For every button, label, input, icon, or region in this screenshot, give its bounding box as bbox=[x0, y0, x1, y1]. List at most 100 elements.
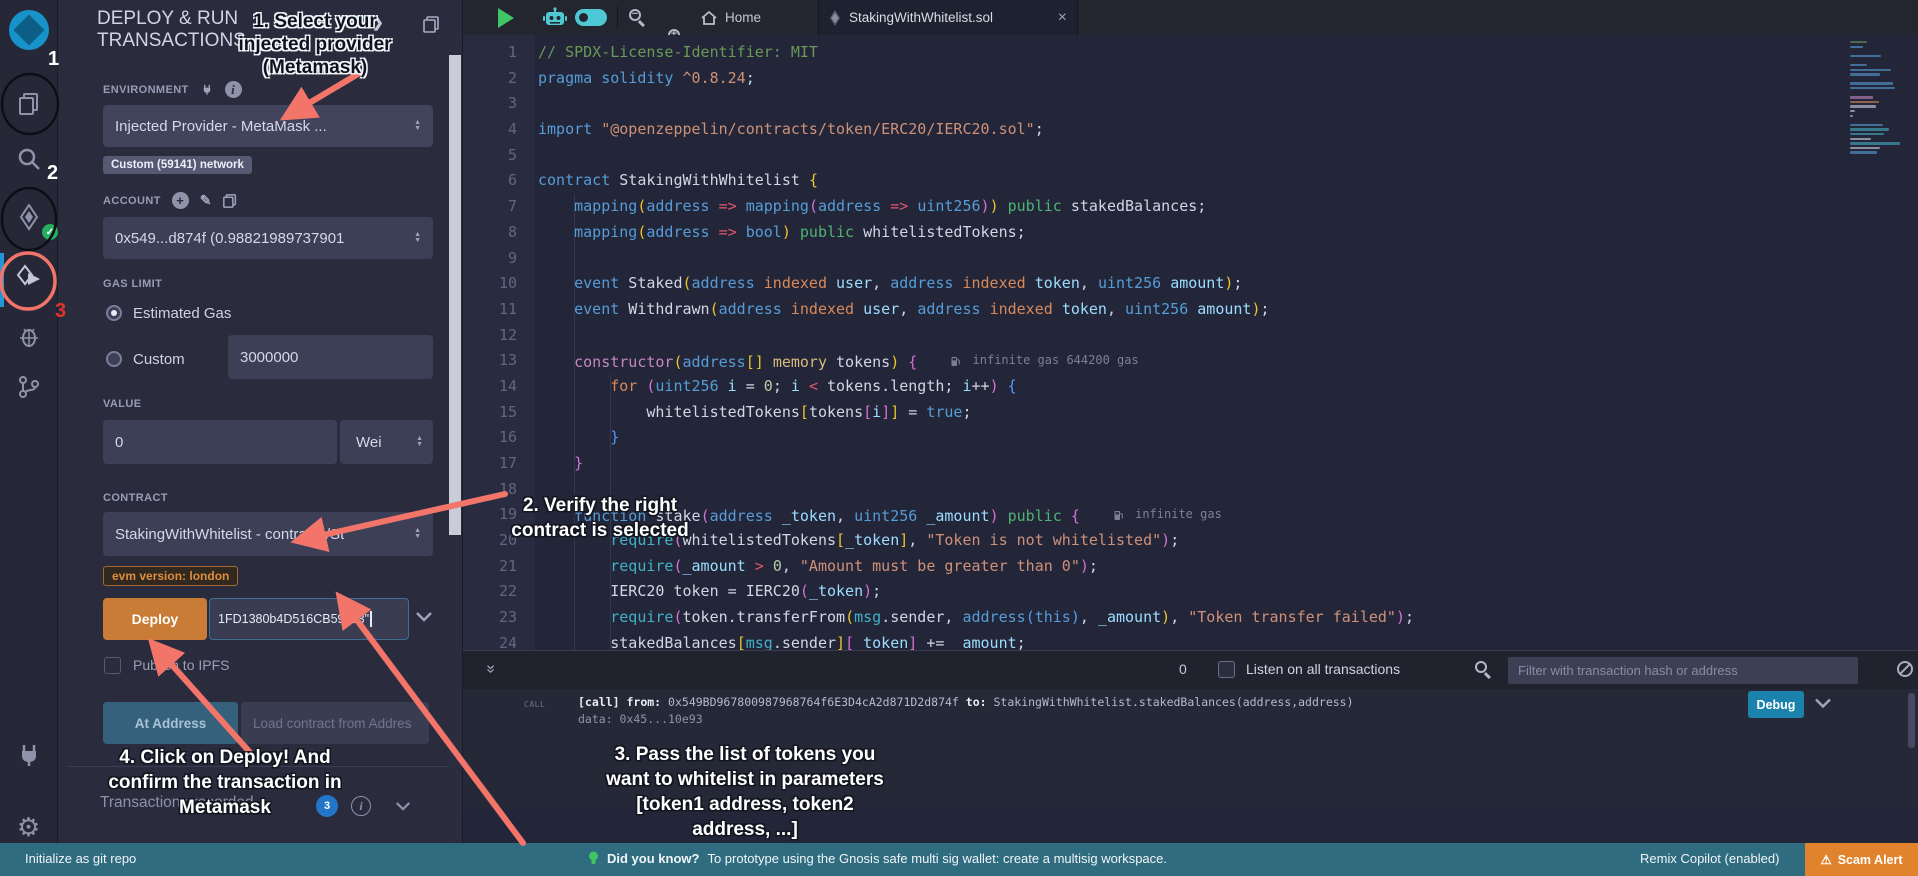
scam-alert-button[interactable]: ⚠ Scam Alert bbox=[1805, 843, 1918, 876]
minimap-line bbox=[1850, 41, 1867, 43]
run-script-icon[interactable] bbox=[498, 8, 514, 28]
deploy-run-icon[interactable] bbox=[0, 264, 57, 294]
line-number: 19 bbox=[462, 502, 517, 528]
code-line: 12 bbox=[462, 323, 1918, 349]
code-editor[interactable]: 1// SPDX-License-Identifier: MIT2pragma … bbox=[462, 35, 1918, 650]
value-unit: Wei bbox=[356, 434, 382, 451]
minimap-line bbox=[1850, 110, 1855, 112]
network-badge: Custom (59141) network bbox=[103, 156, 252, 174]
environment-value: Injected Provider - MetaMask ... bbox=[115, 118, 327, 135]
copilot-status[interactable]: Remix Copilot (enabled) bbox=[1640, 851, 1779, 866]
transactions-count-badge: 3 bbox=[316, 795, 338, 817]
line-number: 1 bbox=[462, 40, 517, 66]
remix-ide-window: ✓ ⚙ DEPLOY & RUN TRANSACTIONS ✓ ❯ ENVIRO… bbox=[0, 0, 1918, 876]
minimap-line bbox=[1850, 96, 1873, 98]
collapse-terminal-icon[interactable]: » bbox=[486, 660, 495, 678]
contract-select[interactable]: StakingWithWhitelist - contracts/St ▲▼ bbox=[103, 512, 433, 556]
ai-assistant-icon[interactable] bbox=[542, 7, 568, 34]
deploy-button[interactable]: Deploy bbox=[103, 598, 207, 640]
edit-account-icon[interactable]: ✎ bbox=[200, 192, 212, 209]
line-number: 12 bbox=[462, 323, 517, 349]
custom-gas-input[interactable] bbox=[228, 335, 433, 379]
scam-alert-label: Scam Alert bbox=[1838, 853, 1903, 867]
value-input[interactable] bbox=[103, 420, 337, 464]
custom-gas-radio[interactable] bbox=[106, 351, 122, 367]
warning-icon: ⚠ bbox=[1820, 852, 1831, 867]
book-icon[interactable] bbox=[423, 16, 440, 38]
panel-scrollbar-thumb[interactable] bbox=[449, 55, 461, 535]
expand-args-chevron-icon[interactable] bbox=[415, 611, 433, 623]
code-line: 14 for (uint256 i = 0; i < tokens.length… bbox=[462, 374, 1918, 400]
line-number: 22 bbox=[462, 579, 517, 605]
minimap-line bbox=[1850, 101, 1879, 103]
settings-gear-icon[interactable]: ⚙ bbox=[0, 812, 57, 843]
plugin-manager-icon[interactable] bbox=[0, 742, 57, 768]
code-line: 4import "@openzeppelin/contracts/token/E… bbox=[462, 117, 1918, 143]
remix-logo-icon bbox=[0, 10, 57, 50]
transaction-count: 0 bbox=[1179, 661, 1187, 677]
code-line: 22 IERC20 token = IERC20(_token); bbox=[462, 579, 1918, 605]
account-select[interactable]: 0x549...d874f (0.98821989737901 ▲▼ bbox=[103, 217, 433, 259]
at-address-button[interactable]: At Address bbox=[103, 702, 238, 744]
minimap-line bbox=[1850, 69, 1891, 71]
check-icon: ✓ bbox=[353, 12, 367, 32]
value-label: VALUE bbox=[103, 398, 141, 410]
did-you-know-tip: Did you know? To prototype using the Gno… bbox=[588, 851, 1167, 866]
log-chevron-icon[interactable] bbox=[1814, 697, 1832, 710]
select-arrows-icon: ▲▼ bbox=[414, 232, 421, 244]
code-line: 1// SPDX-License-Identifier: MIT bbox=[462, 40, 1918, 66]
line-number: 15 bbox=[462, 400, 517, 426]
close-tab-icon[interactable]: × bbox=[1058, 9, 1067, 27]
publish-ipfs-checkbox[interactable] bbox=[104, 657, 121, 674]
estimated-gas-radio[interactable] bbox=[106, 305, 122, 321]
debug-button[interactable]: Debug bbox=[1748, 691, 1804, 718]
listen-all-checkbox[interactable] bbox=[1218, 661, 1235, 678]
transactions-info-icon[interactable]: i bbox=[351, 796, 371, 816]
zoom-out-icon[interactable]: − bbox=[628, 8, 648, 28]
line-number: 24 bbox=[462, 631, 517, 650]
at-address-input[interactable] bbox=[241, 702, 429, 744]
constructor-args-input[interactable]: 1FD1380b4D516CB59c93" bbox=[209, 598, 409, 640]
minimap-line bbox=[1850, 82, 1893, 84]
ai-toggle-icon[interactable] bbox=[575, 9, 607, 26]
git-icon[interactable] bbox=[0, 374, 57, 400]
terminal-scrollbar-thumb[interactable] bbox=[1908, 693, 1915, 748]
debugger-icon[interactable] bbox=[0, 324, 57, 350]
environment-info-icon[interactable]: i bbox=[225, 81, 242, 98]
code-line: 15 whitelistedTokens[tokens[i]] = true; bbox=[462, 400, 1918, 426]
terminal-log-line[interactable]: [call] from: 0x549BD967800987968764f6E3D… bbox=[578, 695, 1354, 709]
main-area: − + Home StakingWithWhitelist.sol × 1// … bbox=[462, 0, 1918, 843]
clear-console-icon[interactable] bbox=[1896, 660, 1914, 678]
minimap-line bbox=[1850, 73, 1880, 75]
account-value: 0x549...d874f (0.98821989737901 bbox=[115, 230, 344, 247]
copy-account-icon[interactable] bbox=[223, 194, 237, 208]
plug-icon[interactable] bbox=[201, 83, 213, 96]
minimap-line bbox=[1850, 105, 1876, 107]
value-unit-select[interactable]: Wei ▲▼ bbox=[340, 420, 433, 464]
file-explorer-icon[interactable] bbox=[0, 90, 57, 118]
code-line: 17 } bbox=[462, 451, 1918, 477]
publish-ipfs-label: Publish to IPFS bbox=[133, 657, 230, 673]
panel-scrollbar[interactable] bbox=[449, 38, 461, 843]
home-icon bbox=[700, 10, 718, 26]
add-account-icon[interactable]: + bbox=[172, 192, 189, 209]
search-icon[interactable] bbox=[0, 146, 57, 172]
code-line: 24 stakedBalances[msg.sender][_token] +=… bbox=[462, 631, 1918, 650]
line-number: 3 bbox=[462, 91, 517, 117]
transactions-chevron-icon[interactable] bbox=[395, 801, 411, 812]
terminal-filter-input[interactable] bbox=[1508, 657, 1858, 684]
git-init-button[interactable]: Initialize as git repo bbox=[25, 851, 136, 866]
line-number: 18 bbox=[462, 477, 517, 503]
tab-home[interactable]: Home bbox=[700, 0, 761, 35]
line-number: 9 bbox=[462, 246, 517, 272]
minimap[interactable] bbox=[1850, 39, 1904, 169]
terminal-search-icon[interactable] bbox=[1474, 660, 1494, 680]
code-line: 21 require(_amount > 0, "Amount must be … bbox=[462, 554, 1918, 580]
code-line: 18 bbox=[462, 477, 1918, 503]
code-line: 13 constructor(address[] memory tokens) … bbox=[462, 348, 1918, 374]
minimap-line bbox=[1850, 115, 1853, 117]
environment-select[interactable]: Injected Provider - MetaMask ... ▲▼ bbox=[103, 105, 433, 147]
minimap-line bbox=[1850, 87, 1895, 89]
minimap-line bbox=[1850, 55, 1881, 57]
tab-staking-file[interactable]: StakingWithWhitelist.sol × bbox=[818, 0, 1078, 35]
